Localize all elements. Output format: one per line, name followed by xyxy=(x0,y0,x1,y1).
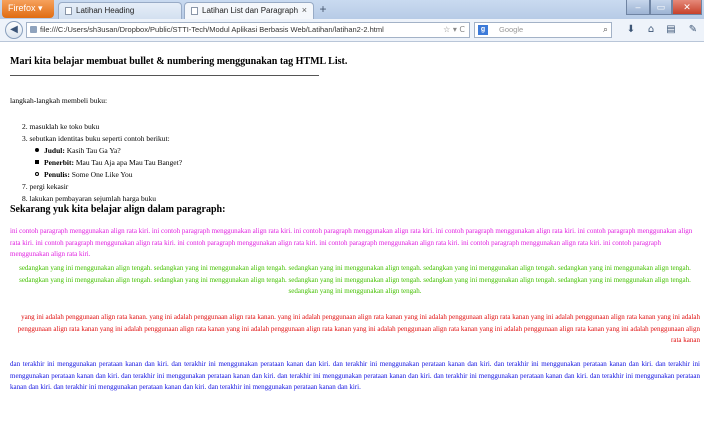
book-title-value: Kasih Tau Ga Ya? xyxy=(64,146,121,155)
google-icon: g xyxy=(478,25,488,35)
addon-icon[interactable]: ✎ xyxy=(686,22,700,38)
search-icon[interactable]: ⌕ xyxy=(603,23,608,37)
browser-chrome: Firefox ▾ Latihan Heading Latihan List d… xyxy=(0,0,704,42)
book-publisher-label: Penerbit: xyxy=(44,158,74,167)
list-text: sebutkan identitas buku seperti contoh b… xyxy=(29,134,170,143)
intro-text: langkah-langkah membeli buku: xyxy=(10,96,108,105)
list-item: 2. masuklah ke toko buku xyxy=(22,122,99,131)
minimize-button[interactable]: – xyxy=(626,0,650,15)
page-content: Mari kita belajar membuat bullet & numbe… xyxy=(10,44,700,426)
book-author-value: Some One Like You xyxy=(69,170,133,179)
list-text: pergi kekasir xyxy=(29,182,69,191)
back-button[interactable]: ◀ xyxy=(5,21,23,39)
book-title-item: Judul: Kasih Tau Ga Ya? xyxy=(35,146,121,155)
tab-latihan-list[interactable]: Latihan List dan Paragraph × xyxy=(184,2,314,19)
page-heading: Mari kita belajar membuat bullet & numbe… xyxy=(10,56,348,67)
window-controls: – ▭ ✕ xyxy=(626,0,702,16)
tab-label: Latihan Heading xyxy=(76,6,135,15)
bookmark-star-icon[interactable]: ☆ ▾ C xyxy=(443,23,465,37)
disc-bullet-icon xyxy=(35,148,39,152)
close-window-button[interactable]: ✕ xyxy=(672,0,702,15)
list-text: masuklah ke toko buku xyxy=(29,122,100,131)
search-placeholder: Google xyxy=(499,25,524,34)
list-number: 7. xyxy=(22,182,28,191)
download-icon[interactable]: ⬇ xyxy=(624,22,638,38)
tab-label: Latihan List dan Paragraph xyxy=(202,6,299,15)
paragraph-align-left: ini contoh paragraph menggunakan align r… xyxy=(10,227,693,258)
list-item: 3. sebutkan identitas buku seperti conto… xyxy=(22,134,170,143)
square-bullet-icon xyxy=(35,160,39,164)
file-icon xyxy=(30,26,37,33)
horizontal-rule xyxy=(10,75,319,76)
navigation-bar: ◀ file:///C:/Users/sh3usan/Dropbox/Publi… xyxy=(0,19,704,42)
paragraph-align-center: sedangkan yang ini menggunakan align ten… xyxy=(19,264,691,295)
firefox-menu-button[interactable]: Firefox ▾ xyxy=(2,0,54,18)
maximize-button[interactable]: ▭ xyxy=(650,0,672,15)
home-icon[interactable]: ⌂ xyxy=(644,22,658,38)
bookmarks-icon[interactable]: ▤ xyxy=(664,22,678,38)
book-author-label: Penulis: xyxy=(44,170,70,179)
book-title-label: Judul: xyxy=(44,146,65,155)
search-box[interactable]: g Google ⌕ xyxy=(474,22,612,38)
address-bar[interactable]: file:///C:/Users/sh3usan/Dropbox/Public/… xyxy=(26,22,470,38)
circle-bullet-icon xyxy=(35,172,39,176)
page-icon xyxy=(65,7,72,15)
book-publisher-item: Penerbit: Mau Tau Aja apa Mau Tau Banget… xyxy=(35,158,182,167)
back-arrow-icon: ◀ xyxy=(10,24,18,35)
book-publisher-value: Mau Tau Aja apa Mau Tau Banget? xyxy=(74,158,183,167)
close-tab-icon[interactable]: × xyxy=(302,3,307,18)
book-author-item: Penulis: Some One Like You xyxy=(35,170,133,179)
tab-latihan-heading[interactable]: Latihan Heading xyxy=(58,2,182,19)
section-heading: Sekarang yuk kita belajar align dalam pa… xyxy=(10,204,226,215)
list-number: 2. xyxy=(22,122,28,131)
paragraph-align-justify: dan terakhir ini menggunakan perataan ka… xyxy=(10,360,700,391)
page-icon xyxy=(191,7,198,15)
firefox-menu-label: Firefox xyxy=(8,3,36,13)
list-number: 3. xyxy=(22,134,28,143)
list-text: lakukan pembayaran sejumlah harga buku xyxy=(29,194,157,203)
list-item: 7. pergi kekasir xyxy=(22,182,68,191)
new-tab-button[interactable]: + xyxy=(316,3,330,17)
list-item: 8. lakukan pembayaran sejumlah harga buk… xyxy=(22,194,156,203)
paragraph-align-right: yang ini adalah penggunaan align rata ka… xyxy=(17,313,700,344)
tab-bar: Firefox ▾ Latihan Heading Latihan List d… xyxy=(0,0,704,19)
list-number: 8. xyxy=(22,194,28,203)
address-text: file:///C:/Users/sh3usan/Dropbox/Public/… xyxy=(40,25,384,34)
